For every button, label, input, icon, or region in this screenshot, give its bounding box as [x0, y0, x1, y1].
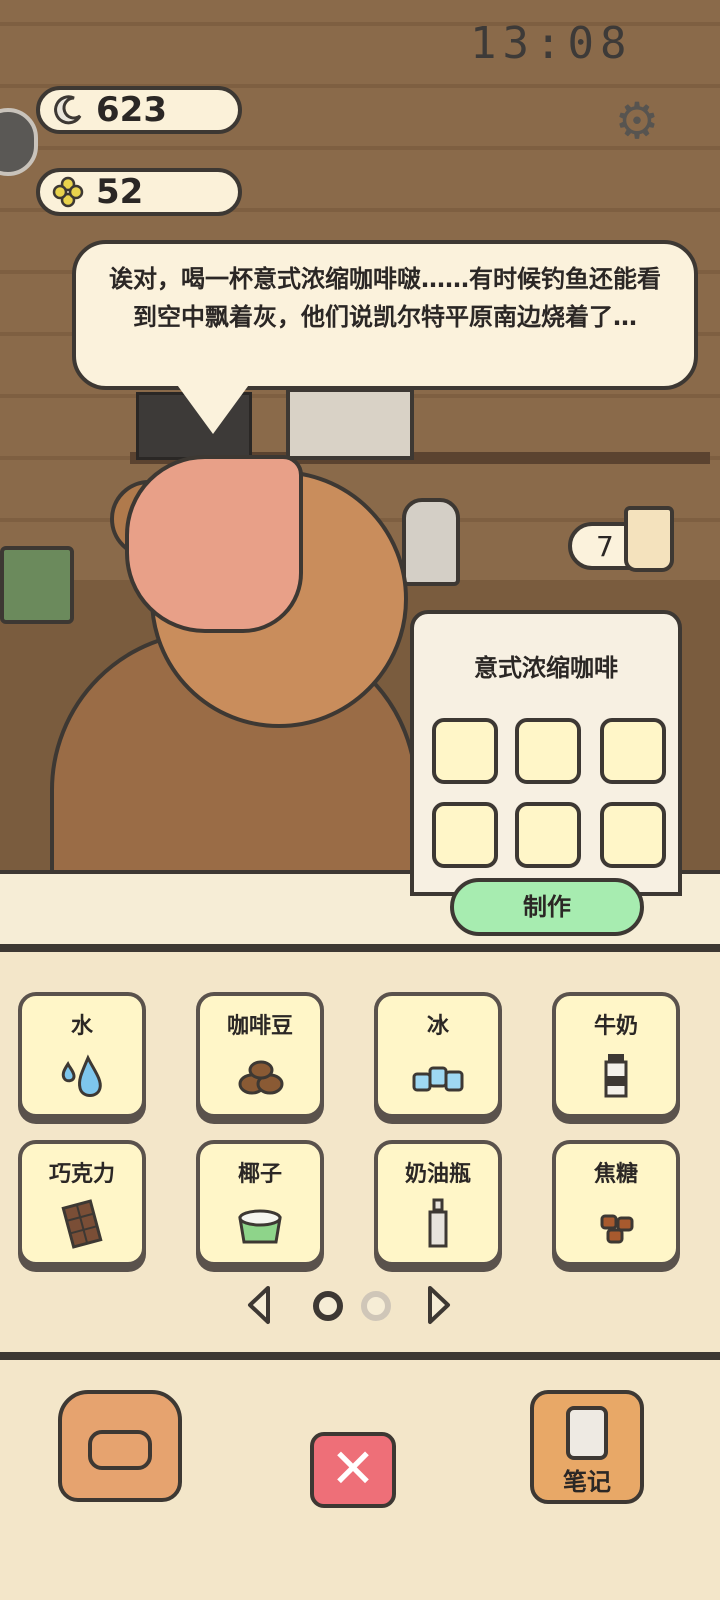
coffee-cup-icon	[624, 506, 674, 572]
notes-icon	[566, 1406, 608, 1460]
coconut-icon	[200, 1198, 320, 1259]
ingredient-label: 咖啡豆	[226, 1014, 293, 1039]
dialog-text: 诶对，喝一杯意式浓缩咖啡啵……有时候钓鱼还能看到空中飘着灰，他们说凯尔特平原南边…	[109, 265, 661, 331]
clock-time: 13:08	[470, 18, 633, 69]
recipe-slot[interactable]	[432, 718, 498, 784]
page-dot-inactive[interactable]	[360, 1290, 392, 1326]
notes-button[interactable]: 笔记	[530, 1390, 644, 1504]
recipe-title: 意式浓缩咖啡	[474, 654, 618, 682]
recipe-slot[interactable]	[515, 802, 581, 868]
clover-count: 52	[96, 172, 144, 212]
ice-icon	[378, 1050, 498, 1111]
ingredient-cream-bottle[interactable]: 奶油瓶	[374, 1140, 502, 1266]
page-dot-active[interactable]	[312, 1290, 344, 1326]
ingredient-label: 牛奶	[593, 1014, 638, 1039]
ingredient-ice[interactable]: 冰	[374, 992, 502, 1118]
recipe-slot[interactable]	[432, 802, 498, 868]
make-button[interactable]: 制作	[450, 878, 644, 936]
ingredient-label: 焦糖	[593, 1162, 638, 1187]
caramel-icon	[556, 1198, 676, 1259]
ingredient-chocolate[interactable]: 巧克力	[18, 1140, 146, 1266]
milk-bottle-icon	[556, 1050, 676, 1111]
customer-character	[30, 450, 418, 918]
backpack-pocket	[88, 1430, 152, 1470]
recipe-panel: 意式浓缩咖啡	[410, 610, 682, 896]
currency-clover: 52	[36, 168, 242, 216]
page-next-icon[interactable]	[424, 1284, 454, 1330]
currency-moon: 623	[36, 86, 242, 134]
dialog-bubble-tail	[175, 382, 251, 434]
ingredient-water[interactable]: 水	[18, 992, 146, 1118]
ingredient-label: 奶油瓶	[404, 1162, 471, 1187]
ingredient-label: 冰	[426, 1014, 449, 1039]
settings-gear-icon[interactable]: ⚙	[612, 96, 662, 146]
clover-icon	[50, 174, 86, 210]
ingredient-label: 水	[70, 1014, 93, 1039]
recipe-slot[interactable]	[515, 718, 581, 784]
chocolate-icon	[22, 1198, 142, 1259]
water-drop-icon	[22, 1050, 142, 1111]
bunny-figure	[402, 498, 460, 586]
ingredient-caramel[interactable]: 焦糖	[552, 1140, 680, 1266]
close-button[interactable]: ✕	[310, 1432, 396, 1508]
dialog-bubble[interactable]: 诶对，喝一杯意式浓缩咖啡啵……有时候钓鱼还能看到空中飘着灰，他们说凯尔特平原南边…	[72, 240, 698, 390]
ingredient-label: 椰子	[237, 1162, 282, 1187]
recipe-slot[interactable]	[600, 802, 666, 868]
moon-icon	[50, 92, 86, 128]
recipe-slot[interactable]	[600, 718, 666, 784]
moon-count: 623	[96, 90, 167, 130]
ingredient-coffee-beans[interactable]: 咖啡豆	[196, 992, 324, 1118]
ingredient-milk[interactable]: 牛奶	[552, 992, 680, 1118]
backpack-icon[interactable]	[58, 1390, 182, 1502]
divider	[0, 1352, 720, 1360]
coffee-bean-icon	[200, 1050, 320, 1111]
character-scarf	[125, 455, 303, 633]
divider	[0, 944, 720, 952]
notes-label: 笔记	[563, 1468, 611, 1496]
cream-bottle-icon	[378, 1198, 498, 1259]
ingredient-coconut[interactable]: 椰子	[196, 1140, 324, 1266]
order-count: 7	[596, 530, 614, 563]
ingredient-label: 巧克力	[48, 1162, 115, 1187]
page-prev-icon[interactable]	[244, 1284, 274, 1330]
